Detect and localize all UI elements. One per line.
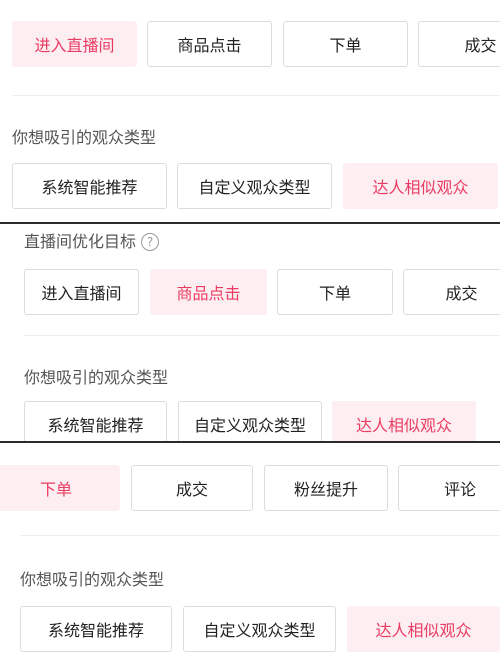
audience-section-title: 你想吸引的观众类型	[20, 570, 165, 589]
audience-option-custom[interactable]: 自定义观众类型	[183, 606, 336, 652]
goal-option-deal[interactable]: 成交	[131, 465, 253, 511]
goal-option-fans-growth[interactable]: 粉丝提升	[264, 465, 388, 511]
section-divider	[12, 95, 500, 96]
section-divider	[24, 335, 500, 336]
goal-option-enter-live-room[interactable]: 进入直播间	[24, 269, 139, 315]
audience-option-system-recommend[interactable]: 系统智能推荐	[20, 606, 172, 652]
goal-option-product-click[interactable]: 商品点击	[150, 269, 267, 315]
goal-option-enter-live-room[interactable]: 进入直播间	[12, 21, 137, 67]
goal-option-deal[interactable]: 成交	[403, 269, 500, 315]
panel-1: 进入直播间 商品点击 下单 成交 你想吸引的观众类型 系统智能推荐 自定义观众类…	[0, 0, 500, 222]
goal-option-comment[interactable]: 评论	[398, 465, 500, 511]
goal-option-product-click[interactable]: 商品点击	[147, 21, 272, 67]
goal-option-deal[interactable]: 成交	[418, 21, 500, 67]
panel-2: 直播间优化目标? 进入直播间 商品点击 下单 成交 你想吸引的观众类型 系统智能…	[0, 224, 500, 441]
goal-option-order[interactable]: 下单	[277, 269, 393, 315]
audience-option-similar-creator[interactable]: 达人相似观众	[347, 606, 500, 652]
audience-section-title: 你想吸引的观众类型	[12, 128, 157, 147]
goal-option-order[interactable]: 下单	[0, 465, 120, 511]
audience-option-system-recommend[interactable]: 系统智能推荐	[12, 163, 167, 209]
audience-option-similar-creator[interactable]: 达人相似观众	[343, 163, 498, 209]
audience-option-custom[interactable]: 自定义观众类型	[177, 163, 332, 209]
help-icon[interactable]: ?	[141, 232, 160, 251]
panel-3: 下单 成交 粉丝提升 评论 你想吸引的观众类型 系统智能推荐 自定义观众类型 达…	[0, 443, 500, 666]
audience-option-custom[interactable]: 自定义观众类型	[178, 401, 322, 441]
goal-section-title-text: 直播间优化目标	[24, 232, 137, 251]
audience-section-title: 你想吸引的观众类型	[24, 368, 169, 387]
goal-option-order[interactable]: 下单	[283, 21, 408, 67]
audience-option-similar-creator[interactable]: 达人相似观众	[332, 401, 476, 441]
goal-section-title: 直播间优化目标?	[24, 228, 160, 252]
audience-option-system-recommend[interactable]: 系统智能推荐	[24, 401, 167, 441]
section-divider	[20, 535, 500, 536]
